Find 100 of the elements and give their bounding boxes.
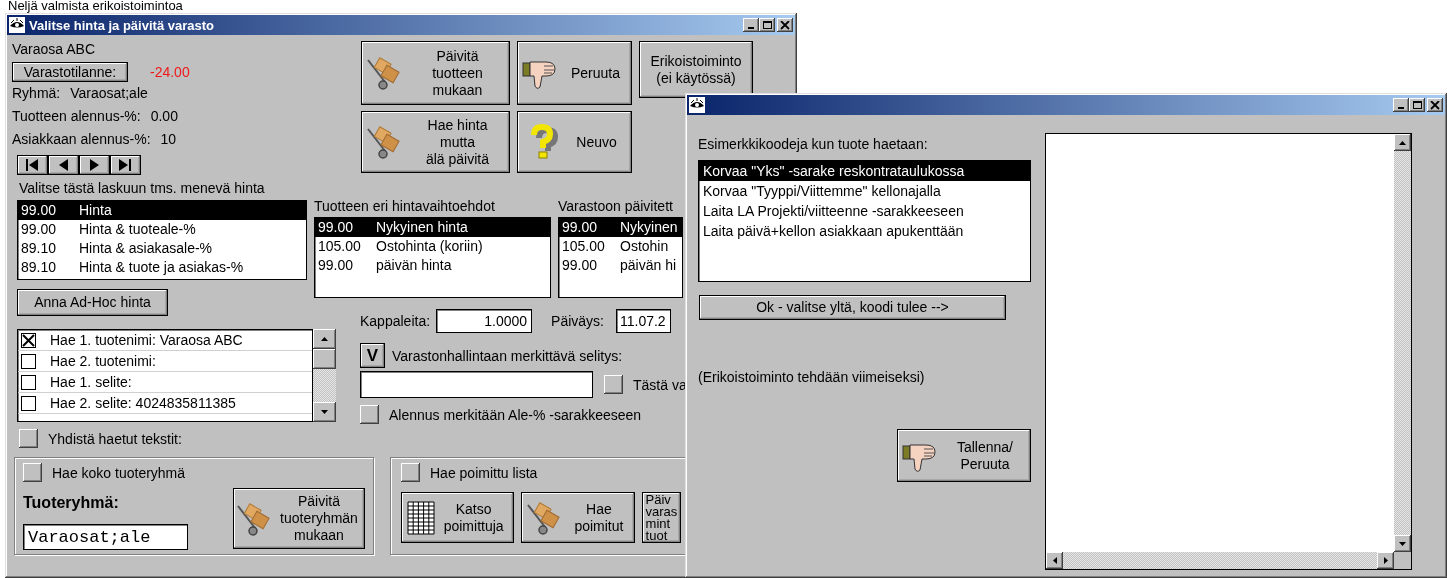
- list-item[interactable]: 99.00 Nykyinen: [559, 218, 682, 237]
- minimize-button[interactable]: [743, 18, 759, 32]
- list-item[interactable]: 99.00 päivän hinta: [315, 256, 550, 275]
- quantity-field[interactable]: 1.0000: [436, 309, 533, 333]
- first-record-button[interactable]: [17, 155, 48, 175]
- note-text: (Erikoistoiminto tehdään viimeiseksi): [698, 369, 926, 385]
- button[interactable]: Päivitä tuotteen mukaan: [361, 41, 510, 105]
- checkbox-label: Yhdistä haetut tekstit:: [48, 430, 182, 447]
- adhoc-price-button[interactable]: Anna Ad-Hoc hinta: [17, 289, 168, 316]
- group-field[interactable]: Varaosat;ale: [23, 524, 188, 550]
- info-value: Varaosat;ale: [70, 84, 148, 103]
- right-triangle-icon: [88, 159, 101, 171]
- checkbox[interactable]: [360, 405, 379, 424]
- checkbox-label: Hae poimittu lista: [430, 464, 538, 481]
- group-heading: Tuoteryhmä:: [23, 494, 120, 512]
- field-label: Kappaleita:: [360, 313, 431, 329]
- scroll-down-button[interactable]: [313, 402, 336, 422]
- info-label: Ryhmä:: [12, 84, 61, 103]
- minimize-icon: [1398, 106, 1404, 109]
- checkbox[interactable]: [21, 353, 36, 369]
- stock-button[interactable]: Varastotilanne:: [12, 62, 128, 82]
- scroll-thumb[interactable]: [313, 349, 336, 369]
- checkbox-label: Hae 1. tuotenimi: Varaosa ABC: [50, 332, 243, 348]
- list-item[interactable]: 99.00 Hinta: [18, 201, 306, 220]
- stock-value: -24.00: [150, 64, 190, 80]
- list-item[interactable]: Laita päivä+kellon asiakkaan apukenttään: [699, 221, 1030, 241]
- scroll-left-button[interactable]: [1046, 552, 1063, 569]
- list-item[interactable]: 99.00 Nykyinen hinta: [315, 218, 550, 237]
- checkbox[interactable]: [21, 332, 36, 348]
- list-label: Tuotteen eri hintavaihtoehdot: [314, 198, 496, 214]
- maximize-icon: [1412, 100, 1422, 110]
- info-label: Asiakkaan alennus-%:: [12, 130, 151, 149]
- minimize-icon: [748, 26, 754, 29]
- checkbox[interactable]: [401, 463, 420, 482]
- list-item[interactable]: Korvaa "Yks" -sarake reskontrataulukossa: [699, 161, 1030, 181]
- checkbox[interactable]: [604, 375, 623, 394]
- next-button[interactable]: [79, 155, 110, 175]
- up-arrow-icon: [321, 337, 328, 341]
- list-item[interactable]: 89.10 Hinta & asiakasale-%: [18, 239, 306, 258]
- eye-icon: [689, 97, 705, 113]
- close-icon: [780, 20, 790, 30]
- info-value: 10: [160, 130, 177, 149]
- list-label: Valitse tästä laskuun tms. menevä hinta: [19, 180, 266, 196]
- button[interactable]: Peruuta: [517, 41, 632, 105]
- list-item[interactable]: 99.00 päivän hi: [559, 256, 682, 275]
- close-button[interactable]: [1427, 98, 1443, 112]
- skip-first-icon: [26, 159, 39, 171]
- checkbox[interactable]: [23, 463, 42, 482]
- button[interactable]: Neuvo: [517, 111, 632, 173]
- info-label: Tuotteen alennus-%:: [12, 107, 141, 126]
- previous-button[interactable]: [48, 155, 79, 175]
- checkbox-label: Hae 2. selite: 4024835811385: [50, 395, 236, 411]
- last-record-button[interactable]: [110, 155, 141, 175]
- field-label: Päiväys:: [551, 313, 604, 329]
- list-label: Esimerkkikoodeja kun tuote haetaan:: [698, 136, 929, 152]
- button[interactable]: Hae poimitut: [521, 492, 635, 543]
- scroll-up-button[interactable]: [313, 329, 336, 349]
- note-field[interactable]: [360, 371, 593, 398]
- left-arrow-icon: [1052, 557, 1057, 564]
- scroll-right-button[interactable]: [1377, 552, 1394, 569]
- up-arrow-icon: [1399, 140, 1406, 145]
- maximize-button[interactable]: [759, 18, 775, 32]
- minimize-button[interactable]: [1393, 98, 1409, 112]
- checkbox-label: Hae koko tuoteryhmä: [52, 464, 186, 481]
- ok-button[interactable]: Ok - valitse yltä, koodi tulee -->: [699, 295, 1006, 320]
- list-label: Varastoon päivitett: [558, 198, 674, 214]
- down-arrow-icon: [321, 410, 328, 414]
- product-name: Varaosa ABC: [12, 40, 96, 58]
- left-triangle-icon: [57, 159, 70, 171]
- list-item[interactable]: 105.00 Ostohinta (koriin): [315, 237, 550, 256]
- button[interactable]: Hae hinta mutta älä päivitä: [361, 111, 510, 173]
- list-item[interactable]: 105.00 Ostohin: [559, 237, 682, 256]
- save-cancel-button[interactable]: Tallenna/ Peruuta: [897, 429, 1031, 482]
- scroll-down-button[interactable]: [1394, 535, 1411, 552]
- grid-icon: [406, 499, 436, 536]
- scroll-up-button[interactable]: [1394, 134, 1411, 151]
- maximize-icon: [762, 20, 772, 30]
- list-item[interactable]: Korvaa "Tyyppi/Viittemme" kellonajalla: [699, 181, 1030, 201]
- right-arrow-icon: [1383, 557, 1388, 564]
- close-button[interactable]: [777, 18, 793, 32]
- checkbox-label: Hae 2. tuotenimi:: [50, 353, 156, 369]
- checkbox[interactable]: [21, 374, 36, 390]
- maximize-button[interactable]: [1409, 98, 1425, 112]
- close-icon: [1430, 100, 1440, 110]
- button[interactable]: Päivitä tuoteryhmän mukaan: [233, 488, 365, 549]
- info-value: 0.00: [150, 107, 178, 126]
- skip-last-icon: [119, 159, 132, 171]
- checkbox-label: Alennus merkitään Ale-% -sarakkeeseen: [389, 406, 642, 423]
- list-item[interactable]: 99.00 Hinta & tuoteale-%: [18, 220, 306, 239]
- list-item[interactable]: 89.10 Hinta & tuote ja asiakas-%: [18, 258, 306, 277]
- list-item[interactable]: Laita LA Projekti/viitteenne -sarakkeeseen: [699, 201, 1030, 221]
- v-button[interactable]: V: [360, 343, 385, 368]
- checkbox[interactable]: [19, 429, 38, 448]
- button[interactable]: Katso poimittuja: [401, 492, 515, 543]
- eye-icon: [9, 17, 25, 33]
- button[interactable]: Erikoistoiminto (ei käytössä): [639, 41, 753, 98]
- date-field[interactable]: 11.07.2: [616, 309, 671, 333]
- button[interactable]: Päiv varas mint tuot: [641, 492, 681, 543]
- checkbox[interactable]: [21, 395, 36, 411]
- window-title: Valitse hinta ja päivitä varasto: [29, 17, 214, 33]
